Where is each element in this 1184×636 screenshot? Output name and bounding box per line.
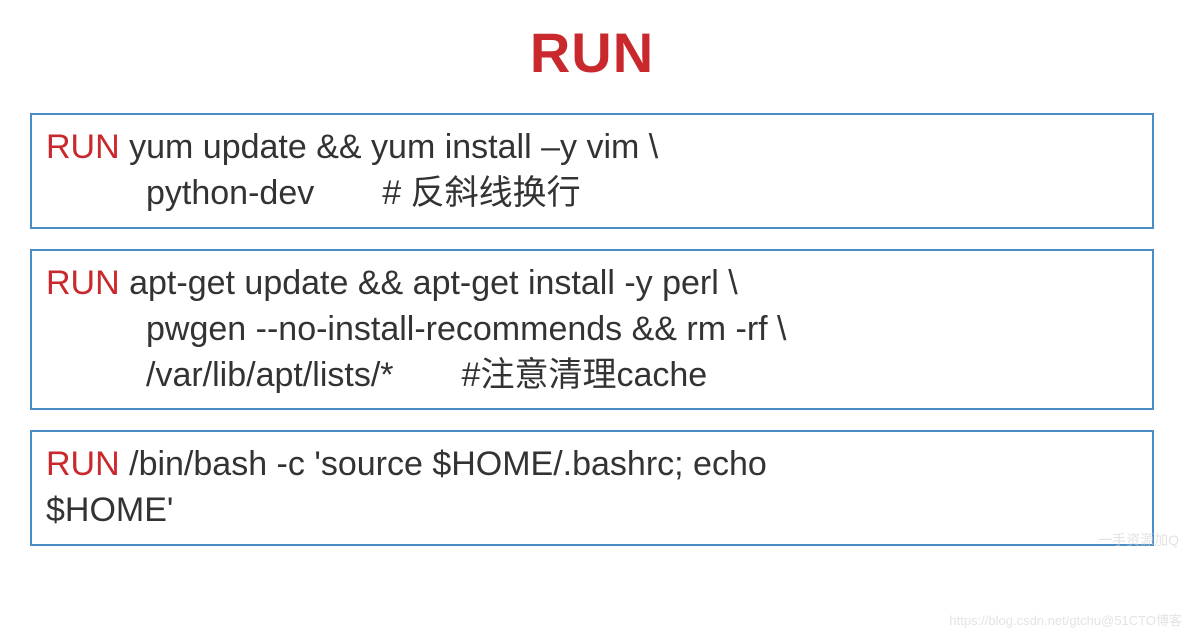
code-block-2: RUN apt-get update && apt-get install -y… — [30, 249, 1154, 411]
code-line: /bin/bash -c 'source $HOME/.bashrc; echo — [120, 445, 767, 483]
code-line: $HOME' — [46, 488, 1138, 534]
code-line: apt-get update && apt-get install -y per… — [120, 264, 738, 302]
slide-title: RUN — [30, 20, 1154, 85]
code-line-indent: python-dev # 反斜线换行 — [46, 171, 1138, 217]
watermark-text: https://blog.csdn.net/gtchu@51CTO博客 — [949, 610, 1182, 629]
code-block-3: RUN /bin/bash -c 'source $HOME/.bashrc; … — [30, 430, 1154, 546]
code-block-1: RUN yum update && yum install –y vim \ p… — [30, 113, 1154, 229]
run-keyword: RUN — [46, 445, 120, 483]
code-line-indent: /var/lib/apt/lists/* #注意清理cache — [46, 353, 1138, 399]
code-line-indent: pwgen --no-install-recommends && rm -rf … — [46, 307, 1138, 353]
watermark-text: 一手资源加Q — [1098, 530, 1179, 550]
code-line: yum update && yum install –y vim \ — [120, 128, 659, 166]
run-keyword: RUN — [46, 128, 120, 166]
run-keyword: RUN — [46, 264, 120, 302]
